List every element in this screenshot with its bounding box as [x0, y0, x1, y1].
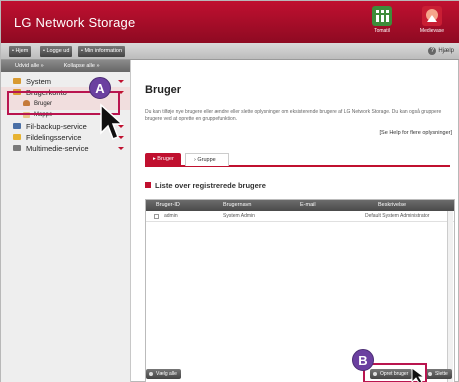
media-icon — [422, 6, 442, 26]
column-header[interactable]: Beskrivelse — [378, 200, 406, 211]
cell-user-id: admin — [164, 213, 178, 219]
delete-label: Slette — [435, 371, 448, 377]
section-marker-icon — [145, 182, 151, 188]
expand-all-button[interactable]: Udvid alle » — [15, 63, 44, 69]
home-button[interactable]: • Hjem — [9, 46, 32, 57]
sidebar-item-label: Fildelingsservice — [26, 133, 82, 142]
page-description: Du kan tilføje nye brugere eller ændre e… — [145, 109, 442, 122]
network-shortcut-label: Tomatil — [374, 28, 390, 34]
backup-icon — [13, 123, 21, 129]
multimedia-icon — [13, 145, 21, 151]
table-row[interactable]: admin System Admin Default System Admini… — [146, 211, 454, 222]
table-scrollbar[interactable] — [447, 211, 453, 382]
chevron-down-icon — [118, 80, 124, 83]
tab-bar: ▸ Bruger › Gruppe — [145, 153, 450, 167]
my-info-button[interactable]: • Min information — [78, 46, 126, 57]
row-checkbox[interactable] — [154, 214, 159, 219]
cursor-pointer-icon — [100, 103, 124, 140]
network-shortcut[interactable]: Tomatil — [368, 6, 396, 34]
cursor-pointer-icon — [411, 367, 425, 382]
help-icon: ? — [428, 47, 437, 55]
sidebar-item-label: Fil-backup-service — [26, 122, 87, 131]
system-icon — [13, 78, 21, 84]
media-shortcut-label: Medievase — [419, 28, 445, 34]
cell-description: Default System Administrator — [365, 213, 430, 219]
app-title: LG Network Storage — [14, 15, 136, 30]
logout-button[interactable]: • Logge ud — [40, 46, 73, 57]
select-all-button[interactable]: Vælg alle — [146, 369, 181, 379]
file-share-icon — [13, 134, 21, 140]
callout-a: A — [89, 77, 111, 99]
help-label: Hjælp — [438, 48, 454, 54]
help-more-link[interactable]: [Se Help for flere oplysninger] — [380, 130, 452, 136]
cell-user-name: System Admin — [223, 213, 255, 219]
help-link[interactable]: ? Hjælp — [428, 47, 454, 55]
main-content: Bruger Du kan tilføje nye brugere eller … — [132, 60, 459, 382]
sidebar-item-label: System — [26, 77, 52, 86]
top-bar: LG Network Storage Tomatil Medievase — [1, 1, 459, 43]
bullet-icon — [428, 372, 432, 376]
app-window: LG Network Storage Tomatil Medievase • H… — [0, 0, 459, 382]
select-all-label: Vælg alle — [156, 371, 177, 377]
chevron-down-icon — [118, 147, 124, 150]
collapse-all-button[interactable]: Kollapse alle » — [64, 63, 100, 69]
sidebar-item-label: Multimedie-service — [26, 144, 89, 153]
table-header: Bruger-ID Brugernavn E-mail Beskrivelse — [146, 200, 454, 211]
tab-user[interactable]: ▸ Bruger — [145, 153, 181, 166]
delete-button[interactable]: Slette — [425, 369, 452, 379]
tab-group[interactable]: › Gruppe — [185, 153, 229, 166]
callout-b: B — [352, 349, 374, 371]
toolbar: • Hjem • Logge ud • Min information ? Hjæ… — [1, 43, 459, 60]
section-title: Liste over registrerede brugere — [145, 181, 266, 190]
media-shortcut[interactable]: Medievase — [418, 6, 446, 34]
page-title: Bruger — [145, 84, 182, 96]
column-header[interactable]: Bruger-ID — [156, 200, 180, 211]
section-title-text: Liste over registrerede brugere — [155, 181, 266, 190]
column-header[interactable]: Brugernavn — [223, 200, 251, 211]
network-icon — [372, 6, 392, 26]
sidebar-controls: Udvid alle » Kollapse alle » — [1, 60, 130, 72]
sidebar-item-multimedia[interactable]: Multimedie-service — [1, 143, 130, 154]
user-table: Bruger-ID Brugernavn E-mail Beskrivelse … — [145, 199, 455, 382]
column-header[interactable]: E-mail — [300, 200, 316, 211]
bullet-icon — [149, 372, 153, 376]
